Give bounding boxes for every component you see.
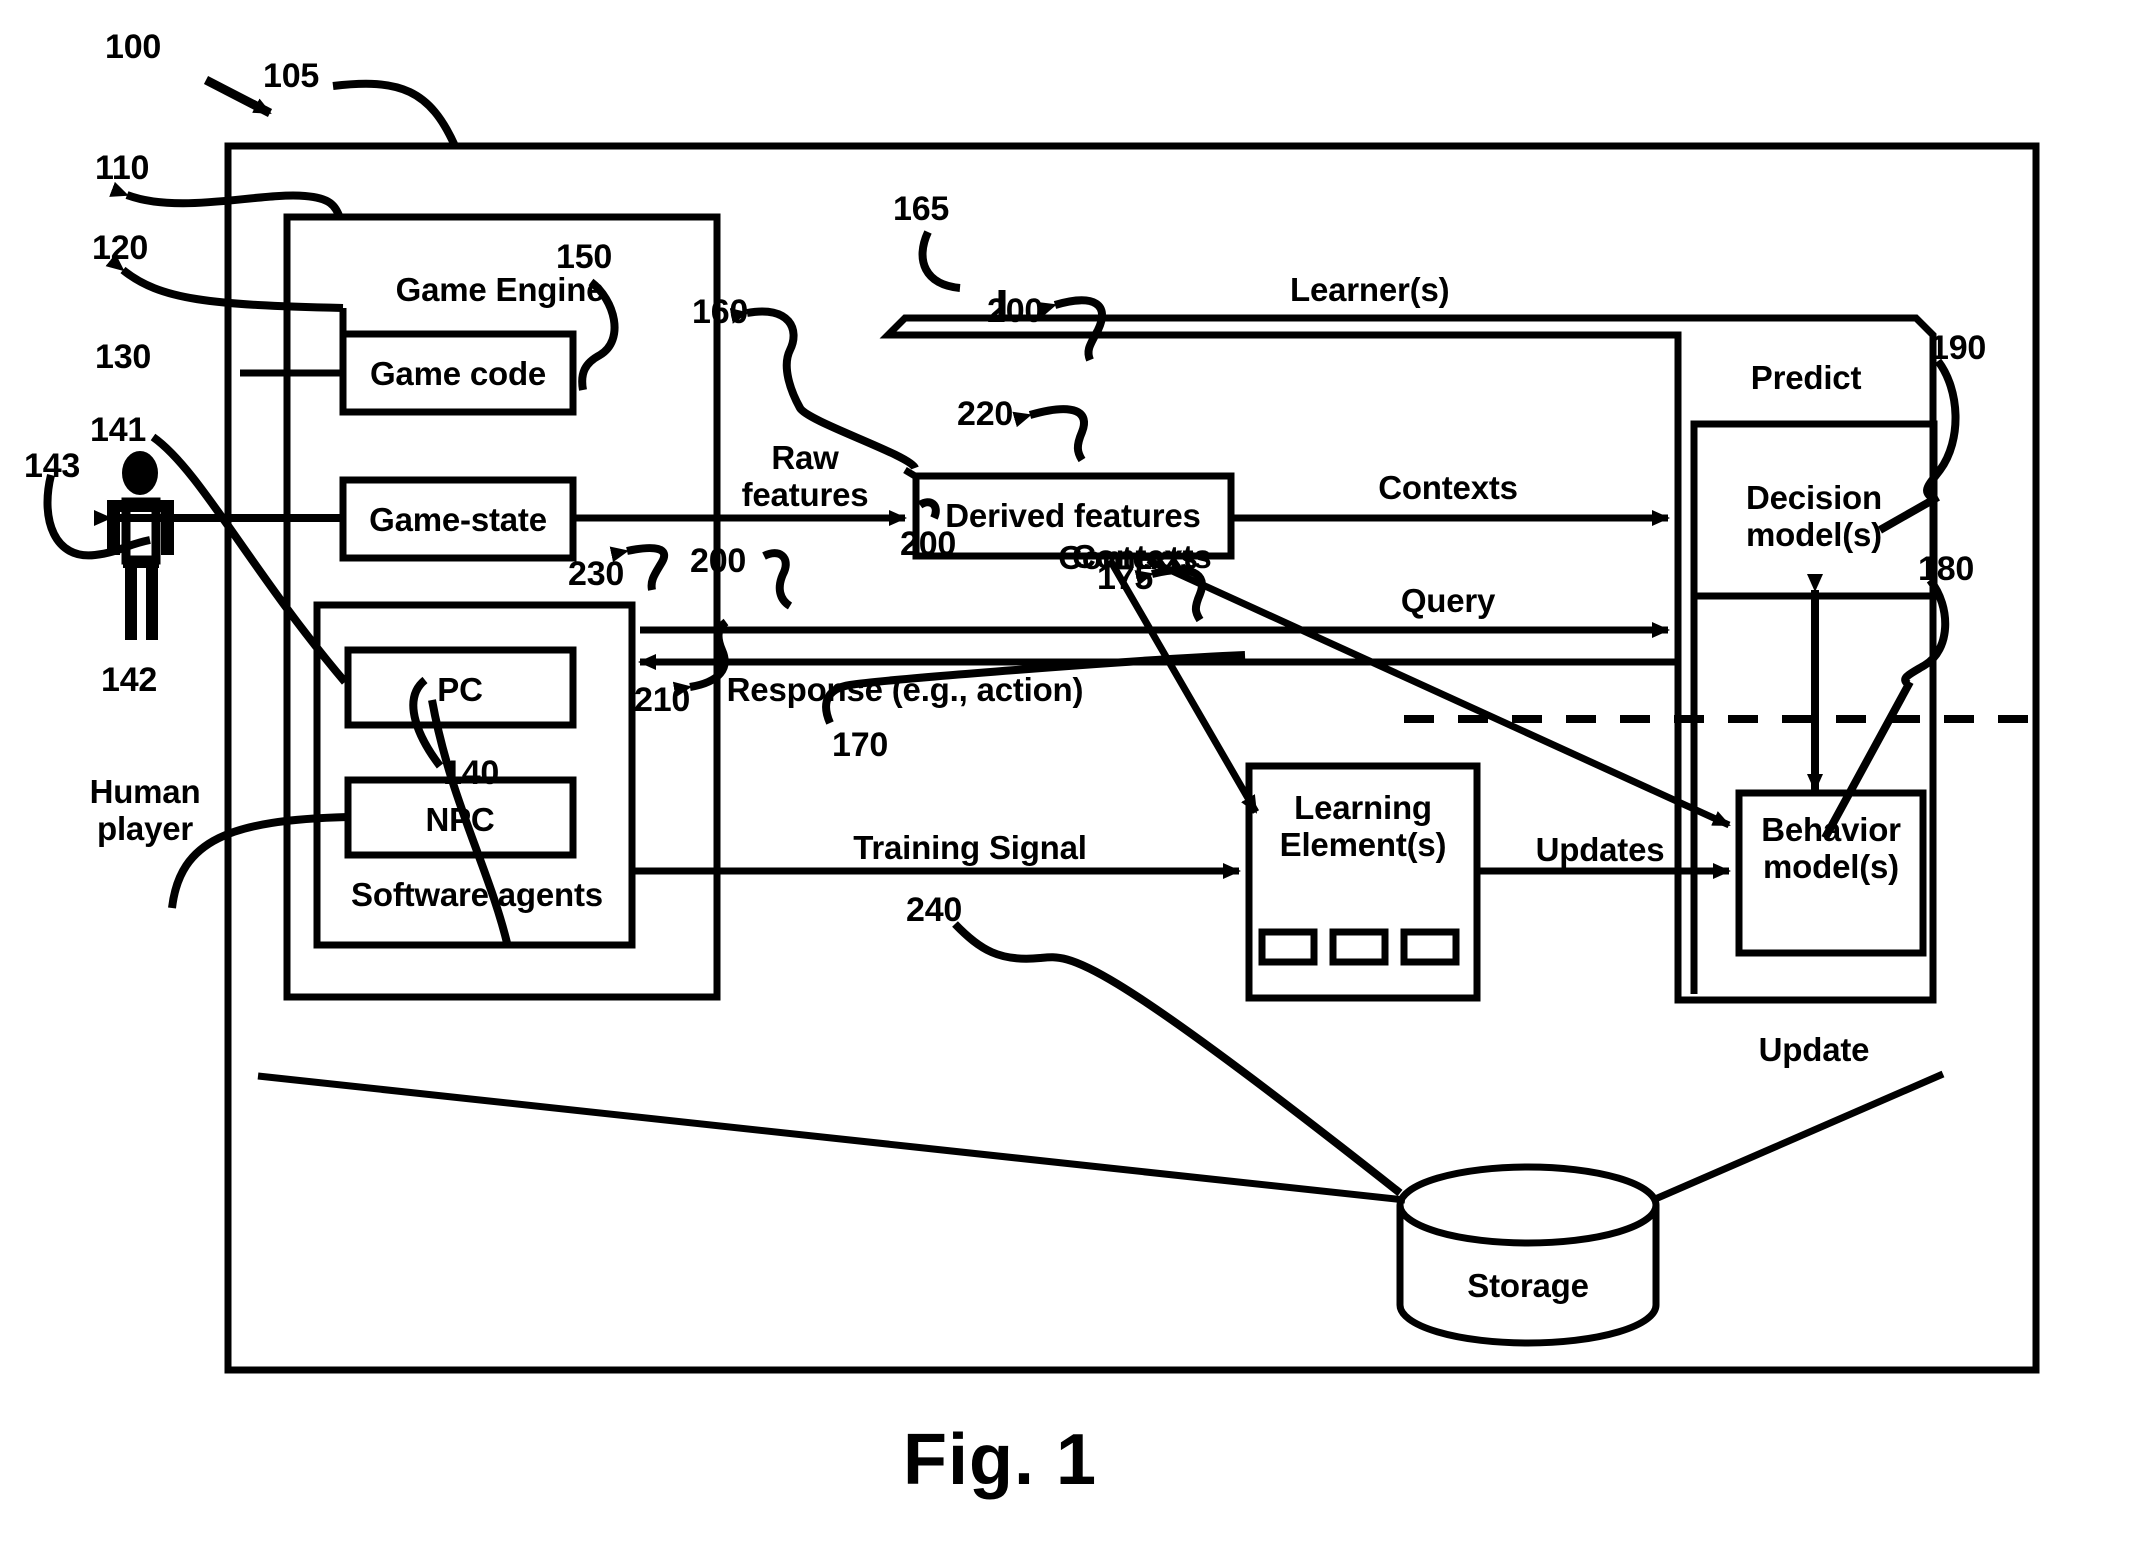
reference-numeral-150: 150 [556,238,613,276]
reference-numeral-140: 140 [443,754,500,792]
reference-numeral-100: 100 [105,28,162,66]
game-state-label: Game-state [369,501,547,538]
updates-label: Updates [1535,831,1665,868]
response-label: Response (e.g., action) [726,671,1084,708]
diagram-vector-layer [43,76,2040,1374]
reference-numeral-210: 210 [634,681,691,719]
update-label: Update [1758,1031,1870,1068]
reference-numeral-160: 160 [692,293,749,331]
game-code-label: Game code [369,355,547,392]
reference-numeral-165: 165 [893,190,950,228]
reference-numeral-200: 200 [987,292,1044,330]
lead-200-right [917,498,940,520]
predict-label: Predict [1750,359,1862,396]
raw-features-label: Raw features [741,439,869,513]
behavior-models-label: Behavior model(s) [1761,811,1901,885]
reference-numeral-143: 143 [24,447,81,485]
reference-numeral-230: 230 [568,555,625,593]
reference-numeral-120: 120 [92,229,149,267]
reference-numeral-220: 220 [957,395,1014,433]
lead-120 [105,253,344,312]
training-signal-label: Training Signal [853,829,1087,866]
lead-105 [332,79,459,148]
reference-numeral-240: 240 [906,891,963,929]
storage-label: Storage [1467,1267,1589,1304]
decision-models-label: Decision model(s) [1746,479,1882,553]
derived-features-label: Derived features [945,497,1201,534]
lead-220 [1012,405,1088,463]
human-player-label: Human player [89,773,201,847]
pc-label: PC [437,671,483,708]
storage-right-connector [1651,1070,1945,1204]
contexts-top-label: Contexts [1378,469,1518,506]
reference-numeral-130: 130 [95,338,152,376]
reference-numeral-142: 142 [101,661,158,699]
learning-element-slot-1 [1258,928,1318,966]
reference-numeral-200: 200 [900,525,957,563]
lead-165 [918,230,961,292]
storage-cylinder [1396,1163,1660,1347]
lead-100 [203,76,273,117]
game-engine-label: Game Engine [395,271,605,308]
npc-label: NPC [425,801,495,838]
lead-200-top [1037,296,1106,362]
reference-numeral-110: 110 [95,149,150,187]
lead-141 [150,433,349,685]
storage-left-connector [257,1072,1406,1204]
query-label: Query [1400,582,1496,619]
reference-numeral-190: 190 [1930,329,1987,367]
learning-elements-label: Learning Element(s) [1279,789,1447,863]
reference-numeral-180: 180 [1918,550,1975,588]
reference-numeral-170: 170 [832,726,889,764]
system-frame [224,142,2040,1374]
reference-numeral-200: 200 [690,542,747,580]
reference-numeral-175: 175 [1097,559,1154,597]
patent-figure-canvas: Fig. 1 Game Engine Game code Game-state … [0,0,2141,1549]
learning-element-slot-2 [1329,928,1389,966]
learners-label: Learner(s) [1290,271,1450,308]
reference-numeral-141: 141 [90,411,147,449]
figure-caption: Fig. 1 [902,1420,1098,1500]
lead-200-mid [762,549,793,610]
learning-element-slot-3 [1400,928,1460,966]
software-agents-label: Software agents [351,876,603,913]
reference-numeral-105: 105 [263,57,320,95]
lead-230 [609,544,668,591]
